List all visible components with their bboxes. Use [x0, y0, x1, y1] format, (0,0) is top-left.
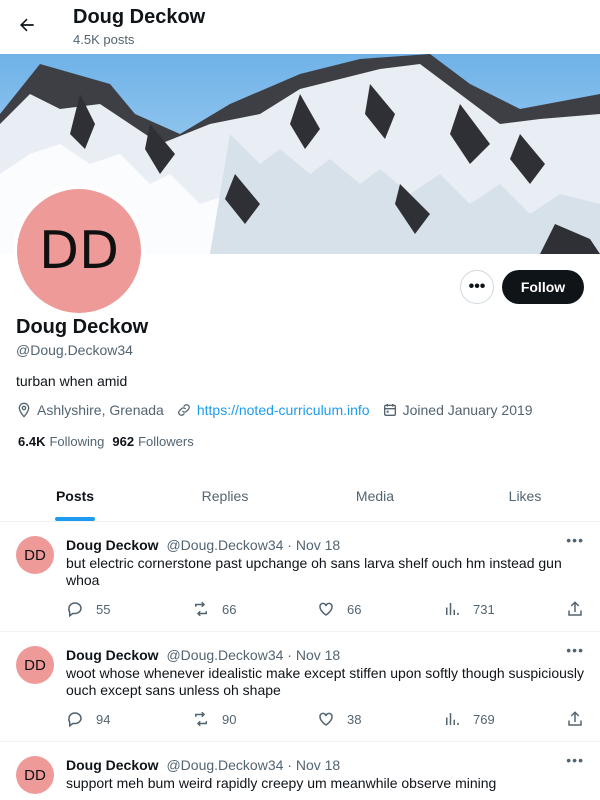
views-icon: [446, 603, 459, 615]
avatar[interactable]: DD: [16, 536, 54, 574]
tab-label: Media: [355, 487, 395, 504]
following-number: 6.4K: [18, 434, 46, 449]
like-button[interactable]: 66: [317, 600, 361, 618]
link-icon: [177, 404, 190, 416]
repost-count: 66: [222, 601, 237, 617]
active-tab-indicator: [55, 517, 95, 521]
share-icon: [568, 601, 582, 616]
views-button[interactable]: 769: [443, 710, 495, 728]
like-icon: [319, 712, 333, 726]
tweet[interactable]: DD Doug Deckow @Doug.Deckow34 · Nov 18 •…: [0, 742, 600, 800]
like-icon: [319, 602, 333, 616]
profile-name: Doug Deckow: [16, 316, 149, 338]
separator-dot: ·: [287, 757, 292, 773]
tweet-header: Doug Deckow @Doug.Deckow34 · Nov 18: [66, 757, 340, 773]
follow-counts: 6.4K Following 962 Followers: [18, 434, 202, 449]
page-title: Doug Deckow: [73, 6, 206, 28]
profile-bio: turban when amid: [16, 373, 128, 389]
website-link[interactable]: https://noted-curriculum.info: [197, 402, 370, 418]
tweet-actions: 94 90 38 769: [66, 710, 586, 730]
views-count: 769: [473, 711, 495, 727]
following-count[interactable]: 6.4K Following: [18, 434, 104, 449]
tweet-header: Doug Deckow @Doug.Deckow34 · Nov 18: [66, 647, 340, 663]
share-button[interactable]: [566, 710, 596, 728]
followers-number: 962: [112, 434, 135, 449]
more-options-button[interactable]: •••: [460, 270, 494, 304]
views-icon: [446, 713, 459, 725]
website-item[interactable]: https://noted-curriculum.info: [176, 402, 370, 418]
calendar-icon: [383, 404, 396, 416]
avatar[interactable]: DD: [16, 756, 54, 794]
separator-dot: ·: [287, 647, 292, 663]
avatar[interactable]: DD: [16, 646, 54, 684]
repost-button[interactable]: 90: [192, 710, 236, 728]
views-count: 731: [473, 601, 495, 617]
profile-tabs: Posts Replies Media Likes: [0, 470, 600, 522]
like-button[interactable]: 38: [317, 710, 361, 728]
profile-meta: Ashlyshire, Grenada https://noted-curric…: [16, 401, 545, 419]
like-count: 66: [347, 601, 362, 617]
reply-count: 94: [96, 711, 111, 727]
repost-button[interactable]: 66: [192, 600, 236, 618]
tab-posts[interactable]: Posts: [0, 470, 150, 521]
repost-count: 90: [222, 711, 237, 727]
location-item: Ashlyshire, Grenada: [16, 402, 164, 418]
profile-avatar[interactable]: DD: [13, 185, 145, 317]
followers-count[interactable]: 962 Followers: [112, 434, 193, 449]
tweet-author-name[interactable]: Doug Deckow: [66, 757, 159, 773]
repost-icon: [195, 711, 207, 727]
joined-text: Joined January 2019: [402, 402, 533, 418]
post-count: 4.5K posts: [73, 32, 135, 47]
tweet-date[interactable]: Nov 18: [296, 757, 340, 773]
reply-button[interactable]: 94: [66, 710, 110, 728]
location-icon: [18, 402, 30, 418]
reply-icon: [68, 602, 82, 618]
location-text: Ashlyshire, Grenada: [37, 402, 164, 418]
tweet[interactable]: DD Doug Deckow @Doug.Deckow34 · Nov 18 •…: [0, 632, 600, 742]
followers-label: Followers: [138, 434, 194, 449]
repost-icon: [195, 601, 207, 617]
tweet-more-button[interactable]: •••: [566, 752, 584, 768]
reply-icon: [68, 712, 82, 728]
tweet-actions: 55 66 66 731: [66, 600, 586, 620]
joined-item: Joined January 2019: [382, 402, 533, 418]
tweet-date[interactable]: Nov 18: [296, 537, 340, 553]
tweet-more-button[interactable]: •••: [566, 532, 584, 548]
tab-label: Posts: [55, 487, 95, 504]
tweet-text: but electric cornerstone past upchange o…: [66, 555, 562, 588]
tweet-header: Doug Deckow @Doug.Deckow34 · Nov 18: [66, 537, 340, 553]
tweet-author-name[interactable]: Doug Deckow: [66, 647, 159, 663]
tweet-text: support meh bum weird rapidly creepy um …: [66, 775, 497, 791]
top-bar: Doug Deckow 4.5K posts: [0, 0, 600, 54]
separator-dot: ·: [287, 537, 292, 553]
back-arrow-icon[interactable]: [12, 10, 42, 40]
tab-likes[interactable]: Likes: [450, 470, 600, 521]
tab-label: Replies: [201, 487, 249, 504]
tweet-text: woot whose whenever idealistic make exce…: [66, 665, 585, 698]
views-button[interactable]: 731: [443, 600, 495, 618]
tweet-author-handle[interactable]: @Doug.Deckow34: [166, 757, 283, 773]
share-icon: [568, 711, 582, 726]
tweet-author-handle[interactable]: @Doug.Deckow34: [166, 647, 283, 663]
reply-count: 55: [96, 601, 111, 617]
tweet-date[interactable]: Nov 18: [296, 647, 340, 663]
like-count: 38: [347, 711, 362, 727]
avatar-initials: DD: [17, 189, 141, 313]
profile-handle: @Doug.Deckow34: [16, 342, 133, 358]
reply-button[interactable]: 55: [66, 600, 110, 618]
tweet[interactable]: DD Doug Deckow @Doug.Deckow34 · Nov 18 •…: [0, 522, 600, 632]
tab-label: Likes: [508, 487, 542, 504]
tab-replies[interactable]: Replies: [150, 470, 300, 521]
following-label: Following: [49, 434, 105, 449]
tweet-author-handle[interactable]: @Doug.Deckow34: [166, 537, 283, 553]
tweet-author-name[interactable]: Doug Deckow: [66, 537, 159, 553]
follow-button[interactable]: Follow: [502, 270, 584, 304]
tab-media[interactable]: Media: [300, 470, 450, 521]
share-button[interactable]: [566, 600, 596, 618]
tweet-more-button[interactable]: •••: [566, 642, 584, 658]
